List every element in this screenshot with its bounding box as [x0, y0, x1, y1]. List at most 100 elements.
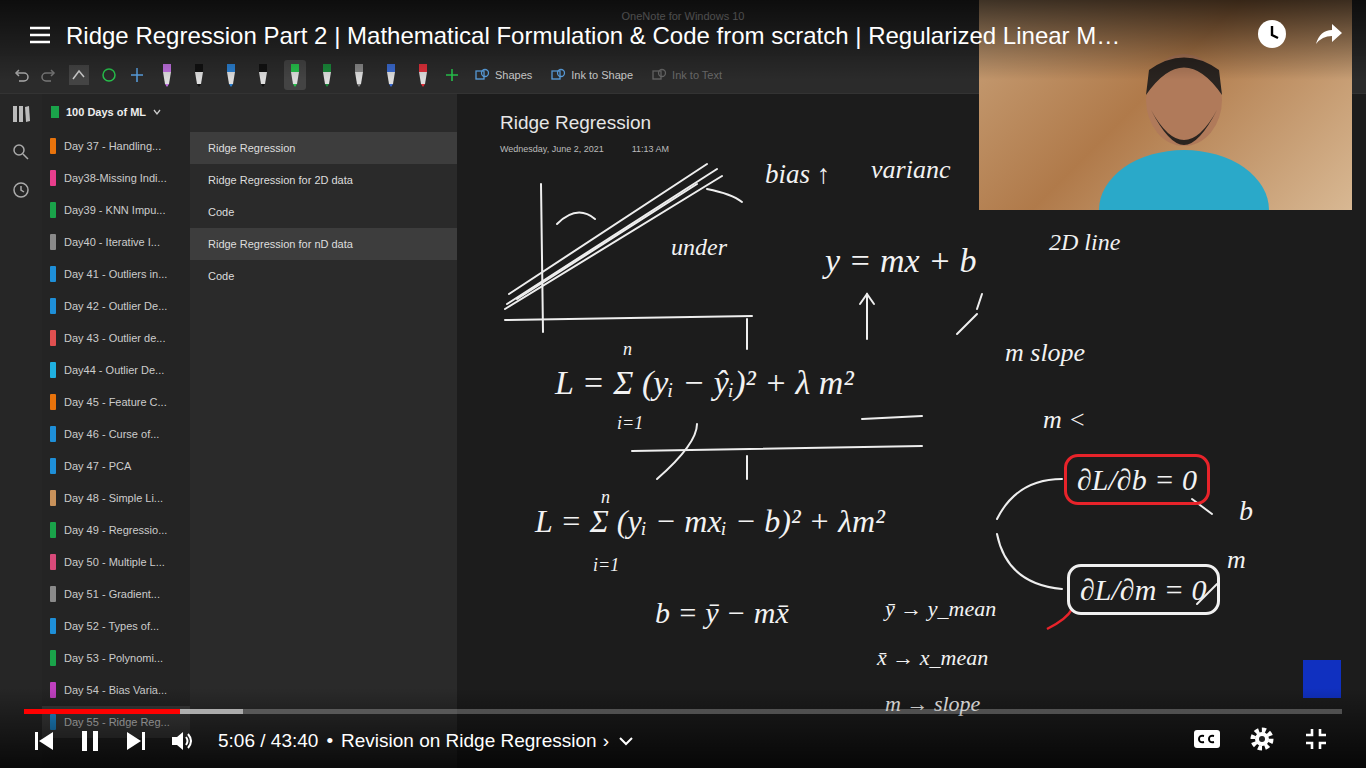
- toolbar-button[interactable]: Ink to Shape: [546, 65, 637, 85]
- section-label: Day 42 - Outlier De...: [64, 300, 167, 312]
- section-label: Day 41 - Outliers in...: [64, 268, 167, 280]
- pause-icon[interactable]: [78, 729, 102, 753]
- notebooks-icon[interactable]: [11, 104, 31, 124]
- section-label: Day 51 - Gradient...: [64, 588, 160, 600]
- page-item[interactable]: Code: [190, 260, 457, 292]
- chapters-chevron-icon[interactable]: [617, 732, 635, 750]
- next-icon[interactable]: [124, 729, 148, 753]
- section-item[interactable]: Day40 - Iterative I...: [42, 226, 190, 258]
- controls-left: 5:06 / 43:40•Revision on Ridge Regressio…: [32, 726, 635, 756]
- controls-right: [1193, 726, 1329, 752]
- section-color: [50, 618, 56, 634]
- undo-icon[interactable]: [12, 66, 30, 84]
- page-meta: Wednesday, June 2, 202111:13 AM: [500, 144, 669, 154]
- section-item[interactable]: Day44 - Outlier De...: [42, 354, 190, 386]
- pen-icon: [384, 62, 398, 88]
- section-color: [50, 330, 56, 346]
- notebook-icon: [50, 105, 60, 119]
- menu-icon[interactable]: [28, 20, 52, 50]
- section-item[interactable]: Day 50 - Multiple L...: [42, 546, 190, 578]
- notebook-switcher[interactable]: 100 Days of ML: [42, 94, 190, 130]
- pen-tool[interactable]: [380, 60, 402, 90]
- page-title[interactable]: Ridge Regression: [500, 112, 651, 134]
- volume-icon[interactable]: [170, 729, 196, 753]
- eraser-icon[interactable]: [100, 66, 118, 84]
- pen-tool[interactable]: [188, 60, 210, 90]
- shape-icon: [550, 67, 566, 83]
- section-color: [50, 394, 56, 410]
- watch-later-icon[interactable]: [1256, 18, 1288, 50]
- section-color: [50, 650, 56, 666]
- time-display: 5:06 / 43:40•Revision on Ridge Regressio…: [218, 730, 635, 752]
- page-item[interactable]: Ridge Regression for nD data: [190, 228, 457, 260]
- section-color: [50, 426, 56, 442]
- section-label: Day 52 - Types of...: [64, 620, 159, 632]
- section-item[interactable]: Day 51 - Gradient...: [42, 578, 190, 610]
- ink-note: y = mx + b: [825, 242, 977, 279]
- share-icon[interactable]: [1312, 18, 1344, 50]
- pen-tool[interactable]: [348, 60, 370, 90]
- captions-icon[interactable]: [1193, 727, 1221, 751]
- lasso-icon[interactable]: [68, 64, 90, 86]
- section-item[interactable]: Day 53 - Polynomi...: [42, 642, 190, 674]
- page-list: Ridge Regression Ridge Regression for 2D …: [190, 94, 457, 768]
- add-pen-icon[interactable]: [444, 67, 460, 83]
- app-title: OneNote for Windows 10: [622, 10, 745, 56]
- section-item[interactable]: Day38-Missing Indi...: [42, 162, 190, 194]
- ink-note: ∂L/∂m = 0: [1067, 564, 1220, 615]
- section-item[interactable]: Day 46 - Curse of...: [42, 418, 190, 450]
- section-item[interactable]: Day 41 - Outliers in...: [42, 258, 190, 290]
- progress-track[interactable]: [24, 709, 1342, 714]
- section-item[interactable]: Day 37 - Handling...: [42, 130, 190, 162]
- section-item[interactable]: Day 43 - Outlier de...: [42, 322, 190, 354]
- page-label: Code: [208, 270, 234, 282]
- player-top-actions: [1256, 18, 1344, 50]
- ink-note: m <: [1043, 406, 1086, 435]
- ink-note: i=1: [617, 414, 643, 434]
- page-item[interactable]: Ridge Regression for 2D data: [190, 164, 457, 196]
- section-item[interactable]: Day 52 - Types of...: [42, 610, 190, 642]
- pen-tool[interactable]: [156, 60, 178, 90]
- section-label: Day 48 - Simple Li...: [64, 492, 163, 504]
- section-item[interactable]: Day 42 - Outlier De...: [42, 290, 190, 322]
- webcam-video: [979, 0, 1352, 210]
- pen-tool[interactable]: [252, 60, 274, 90]
- section-color: [50, 586, 56, 602]
- player-top-bar: Ridge Regression Part 2 | Mathematical F…: [0, 0, 1366, 80]
- section-label: Day 37 - Handling...: [64, 140, 161, 152]
- section-item[interactable]: Day 48 - Simple Li...: [42, 482, 190, 514]
- chapter-button[interactable]: Revision on Ridge Regression›: [341, 730, 609, 752]
- section-color: [50, 138, 56, 154]
- notebook-panel: 100 Days of ML Day 37 - Handling... Day38-…: [42, 94, 190, 768]
- section-item[interactable]: Day 49 - Regressio...: [42, 514, 190, 546]
- player-controls: 5:06 / 43:40•Revision on Ridge Regressio…: [0, 688, 1366, 768]
- pen-icon: [160, 62, 174, 88]
- page-label: Ridge Regression for 2D data: [208, 174, 353, 186]
- section-item[interactable]: Day 45 - Feature C...: [42, 386, 190, 418]
- ink-note: varianc: [871, 156, 950, 185]
- ink-note: L = Σ (yᵢ − mxᵢ − b)² + λm²: [535, 504, 885, 539]
- recent-icon[interactable]: [11, 180, 31, 200]
- exit-fullscreen-icon[interactable]: [1303, 726, 1329, 752]
- section-item[interactable]: Day 47 - PCA: [42, 450, 190, 482]
- page-item[interactable]: Ridge Regression: [190, 132, 457, 164]
- space-icon[interactable]: [128, 66, 146, 84]
- search-icon[interactable]: [11, 142, 31, 162]
- progress-fill: [24, 709, 180, 714]
- page-item[interactable]: Code: [190, 196, 457, 228]
- section-item[interactable]: Day39 - KNN Impu...: [42, 194, 190, 226]
- pen-tool[interactable]: [284, 60, 306, 90]
- toolbar-button[interactable]: Shapes: [470, 65, 536, 85]
- redo-icon[interactable]: [40, 66, 58, 84]
- previous-icon[interactable]: [32, 729, 56, 753]
- pen-tool[interactable]: [220, 60, 242, 90]
- ink-note: under: [671, 234, 727, 260]
- pen-icon: [320, 62, 334, 88]
- pen-tool[interactable]: [316, 60, 338, 90]
- ink-note: x̄ → x_mean: [877, 646, 988, 670]
- video-title[interactable]: Ridge Regression Part 2 | Mathematical F…: [66, 20, 1120, 50]
- section-label: Day40 - Iterative I...: [64, 236, 160, 248]
- settings-icon[interactable]: [1249, 726, 1275, 752]
- pen-icon: [416, 62, 430, 88]
- pen-tool[interactable]: [412, 60, 434, 90]
